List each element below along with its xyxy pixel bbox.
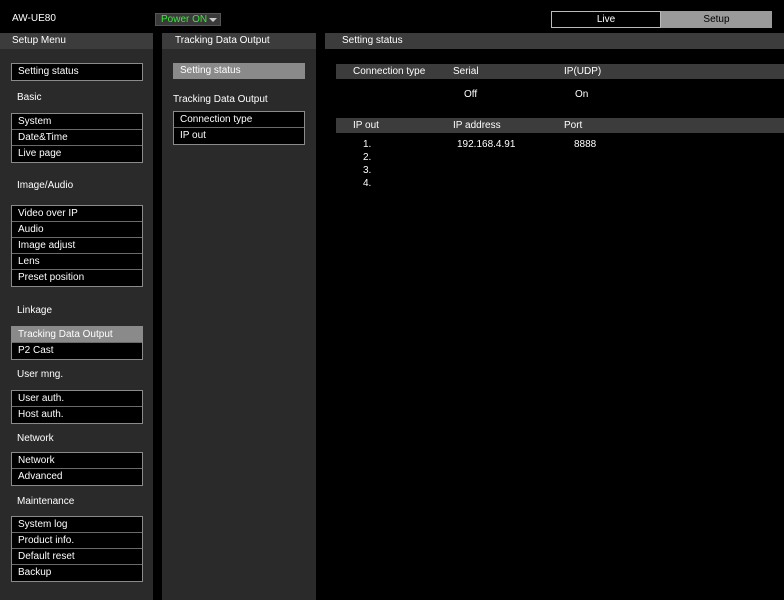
model-name: AW-UE80 xyxy=(12,13,56,24)
menu-item-product-info[interactable]: Product info. xyxy=(12,533,142,549)
menu-item-tracking-data-output[interactable]: Tracking Data Output xyxy=(12,327,142,343)
submenu-item-ip-out[interactable]: IP out xyxy=(174,128,304,144)
menu-item-user-auth[interactable]: User auth. xyxy=(12,391,142,407)
power-dropdown[interactable]: Power ON xyxy=(155,13,221,26)
setup-menu-title: Setup Menu xyxy=(0,33,153,49)
menu-item-preset-position[interactable]: Preset position xyxy=(12,270,142,286)
header-ip-udp: IP(UDP) xyxy=(564,66,602,77)
section-label-image-audio: Image/Audio xyxy=(17,180,74,191)
setup-menu-panel: Setup Menu Setting status Basic System D… xyxy=(0,33,153,600)
row-ip-address: 192.168.4.91 xyxy=(457,139,516,150)
header-connection-type: Connection type xyxy=(353,66,426,77)
submenu-group-title: Tracking Data Output xyxy=(173,94,268,105)
header-ip-out: IP out xyxy=(353,120,379,131)
menu-item-network[interactable]: Network xyxy=(12,453,142,469)
row-number: 1. xyxy=(363,139,372,150)
section-label-linkage: Linkage xyxy=(17,305,53,316)
menu-item-system[interactable]: System xyxy=(12,114,142,130)
row-number: 2. xyxy=(363,152,372,163)
row-number: 4. xyxy=(363,178,372,189)
submenu-item-connection-type[interactable]: Connection type xyxy=(174,112,304,128)
live-button[interactable]: Live xyxy=(551,11,661,28)
menu-item-video-over-ip[interactable]: Video over IP xyxy=(12,206,142,222)
menu-group-user-mng: User auth. Host auth. xyxy=(11,390,143,424)
menu-group-status: Setting status xyxy=(11,63,143,81)
power-label: Power ON xyxy=(161,14,208,25)
submenu-panel: Tracking Data Output Setting status Trac… xyxy=(162,33,316,600)
menu-item-default-reset[interactable]: Default reset xyxy=(12,549,142,565)
header-serial: Serial xyxy=(453,66,479,77)
menu-item-live-page[interactable]: Live page xyxy=(12,146,142,162)
chevron-down-icon xyxy=(209,18,217,22)
submenu-group: Connection type IP out xyxy=(173,111,305,145)
main-title: Setting status xyxy=(325,33,784,49)
row-number: 3. xyxy=(363,165,372,176)
header-port: Port xyxy=(564,120,583,131)
menu-group-basic: System Date&Time Live page xyxy=(11,113,143,163)
setup-button[interactable]: Setup xyxy=(661,11,772,28)
menu-item-lens[interactable]: Lens xyxy=(12,254,142,270)
submenu-setting-status-button[interactable]: Setting status xyxy=(173,63,305,79)
header-ip-address: IP address xyxy=(453,120,501,131)
section-label-user-mng: User mng. xyxy=(17,369,64,380)
menu-item-host-auth[interactable]: Host auth. xyxy=(12,407,142,423)
section-label-basic: Basic xyxy=(17,92,42,103)
menu-item-backup[interactable]: Backup xyxy=(12,565,142,581)
section-label-network: Network xyxy=(17,433,54,444)
section-label-maintenance: Maintenance xyxy=(17,496,75,507)
menu-item-audio[interactable]: Audio xyxy=(12,222,142,238)
ip-udp-value: On xyxy=(575,89,589,100)
menu-item-date-time[interactable]: Date&Time xyxy=(12,130,142,146)
menu-group-network: Network Advanced xyxy=(11,452,143,486)
menu-item-p2-cast[interactable]: P2 Cast xyxy=(12,343,142,359)
menu-group-linkage: Tracking Data Output P2 Cast xyxy=(11,326,143,360)
submenu-title: Tracking Data Output xyxy=(162,33,316,49)
main-panel: Setting status Connection type Serial IP… xyxy=(325,33,784,600)
serial-value: Off xyxy=(464,89,478,100)
row-port: 8888 xyxy=(574,139,597,150)
menu-group-maintenance: System log Product info. Default reset B… xyxy=(11,516,143,582)
menu-group-image-audio: Video over IP Audio Image adjust Lens Pr… xyxy=(11,205,143,287)
menu-item-setting-status[interactable]: Setting status xyxy=(12,64,142,80)
ip-out-table-header: IP out IP address Port xyxy=(336,118,784,133)
connection-table-header: Connection type Serial IP(UDP) xyxy=(336,64,784,79)
menu-item-image-adjust[interactable]: Image adjust xyxy=(12,238,142,254)
menu-item-system-log[interactable]: System log xyxy=(12,517,142,533)
menu-item-advanced[interactable]: Advanced xyxy=(12,469,142,485)
top-bar: AW-UE80 Power ON Live Setup xyxy=(0,0,784,33)
